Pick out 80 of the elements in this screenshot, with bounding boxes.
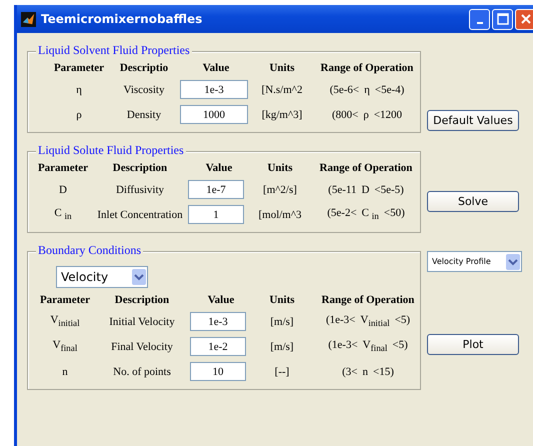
- column-header: Value: [202, 62, 230, 74]
- range-lower: (5e-6<: [330, 84, 360, 96]
- range-symbol: ρ: [363, 108, 369, 120]
- column-header: Description: [112, 162, 168, 174]
- units-text: [m^2/s]: [262, 184, 298, 196]
- parameter-symbol: C $_{in}$: [53, 207, 73, 222]
- range-lower: (1e-3<: [326, 314, 356, 328]
- minimize-button[interactable]: [469, 8, 490, 30]
- maximize-button[interactable]: [492, 8, 513, 30]
- plot-type-dropdown[interactable]: Velocity Profile: [427, 251, 522, 272]
- column-header: Value: [204, 162, 234, 174]
- column-header: Units: [266, 162, 294, 174]
- parameter-description: Inlet Concentration: [96, 208, 184, 220]
- range-upper: <5e-4): [374, 84, 404, 96]
- parameter-description: Diffusivity: [114, 184, 166, 196]
- column-header: Parameter: [36, 162, 90, 174]
- column-header: Value: [206, 294, 236, 306]
- range-symbol: V$_{final}$: [362, 339, 388, 354]
- column-header: Range of Operation: [320, 62, 414, 74]
- app-icon: [21, 12, 36, 26]
- column-header: Units: [268, 62, 296, 74]
- range-symbol: V$_{initial}$: [360, 314, 390, 329]
- range-lower: (5e-11: [328, 184, 356, 196]
- parameter-symbol: n: [61, 366, 69, 378]
- value-field[interactable]: 1e-2: [190, 337, 246, 356]
- action-button[interactable]: Plot: [427, 334, 519, 355]
- maximize-icon: [496, 13, 508, 25]
- range-symbol: C $_{in}$: [362, 207, 379, 222]
- units-text: [mol/m^3: [257, 208, 303, 220]
- action-button[interactable]: Default Values: [427, 110, 519, 131]
- range-lower: (1e-3<: [328, 339, 358, 354]
- units-text: [m/s]: [269, 340, 295, 352]
- range-symbol: n: [362, 366, 368, 378]
- range-upper: <5): [394, 314, 410, 328]
- range-upper: <1200: [374, 108, 402, 120]
- close-button[interactable]: [515, 8, 533, 30]
- close-icon: [520, 13, 532, 25]
- range-upper: <15): [373, 366, 394, 378]
- units-text: [N.s/m^2: [260, 84, 304, 96]
- parameter-symbol: V$_{final}$: [52, 339, 78, 354]
- panel-title: Liquid Solvent Fluid Properties: [36, 43, 192, 58]
- value-field[interactable]: 1e-3: [180, 80, 248, 99]
- column-header: Parameter: [52, 62, 106, 74]
- value-field[interactable]: 1e-7: [188, 180, 244, 199]
- column-header: Range of Operation: [320, 294, 416, 306]
- parameter-symbol: η: [75, 84, 83, 96]
- value-field[interactable]: 1000: [180, 105, 248, 124]
- panel-title: Liquid Solute Fluid Properties: [36, 143, 186, 158]
- value-field[interactable]: 1: [188, 205, 244, 224]
- parameter-symbol: V$_{initial}$: [49, 314, 81, 329]
- value-field[interactable]: 1e-3: [190, 312, 246, 331]
- range-upper: <50): [384, 207, 405, 222]
- range-lower: (3<: [342, 366, 358, 378]
- minimize-icon: [476, 22, 482, 24]
- window-title: Teemicromixernobaffles: [41, 12, 204, 26]
- parameter-symbol: D: [58, 184, 68, 196]
- parameter-description: Density: [126, 108, 162, 120]
- parameter-dropdown[interactable]: Velocity: [56, 266, 148, 288]
- panel-title: Boundary Conditions: [36, 243, 144, 258]
- column-header: Units: [268, 294, 296, 306]
- column-header: Descriptio: [118, 62, 170, 74]
- parameter-description: Initial Velocity: [108, 316, 176, 328]
- range-lower: (800<: [332, 108, 358, 120]
- action-button[interactable]: Solve: [427, 191, 519, 212]
- range-upper: <5e-5): [374, 184, 404, 196]
- column-header: Description: [114, 294, 170, 306]
- units-text: [--]: [274, 366, 290, 378]
- units-text: [m/s]: [269, 316, 295, 328]
- parameter-description: No. of points: [112, 366, 172, 378]
- column-header: Range of Operation: [318, 162, 414, 174]
- value-field[interactable]: 10: [190, 362, 246, 381]
- range-upper: <5): [392, 339, 408, 354]
- range-lower: (5e-2<: [327, 207, 357, 222]
- parameter-symbol: ρ: [75, 108, 83, 120]
- range-symbol: η: [364, 84, 370, 96]
- parameter-description: Viscosity: [122, 84, 166, 96]
- parameter-description: Final Velocity: [110, 340, 174, 352]
- range-symbol: D: [361, 184, 370, 196]
- units-text: [kg/m^3]: [260, 108, 304, 120]
- column-header: Parameter: [38, 294, 92, 306]
